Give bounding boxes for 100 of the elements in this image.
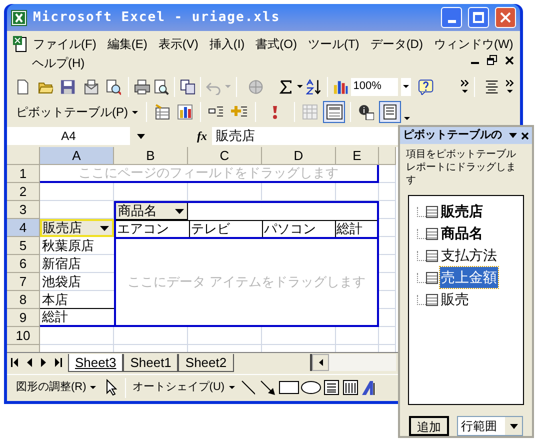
align-center-icon[interactable] <box>484 78 500 94</box>
add-button[interactable]: 追加 <box>409 416 449 436</box>
email-icon[interactable] <box>82 78 99 94</box>
help-icon[interactable] <box>418 78 434 94</box>
overflow-icon[interactable] <box>506 80 514 93</box>
next-sheet-icon[interactable] <box>41 358 46 367</box>
vertical-text-box-icon[interactable] <box>342 379 359 396</box>
field-item[interactable]: 販売店 <box>440 201 484 222</box>
document-icon[interactable] <box>13 36 27 52</box>
minimize-button[interactable] <box>441 7 462 28</box>
restore-icon[interactable] <box>487 55 497 65</box>
horizontal-scrollbar[interactable] <box>310 354 396 371</box>
previous-sheet-icon[interactable] <box>27 358 32 367</box>
sheet-tab[interactable]: Sheet3 <box>68 354 124 372</box>
row-header[interactable]: 4 <box>7 219 40 237</box>
chart-icon[interactable] <box>177 104 193 120</box>
oval-icon[interactable] <box>300 379 321 396</box>
line-icon[interactable] <box>240 380 255 396</box>
row-item-cell: 本店 <box>40 291 114 309</box>
row-header[interactable]: 7 <box>7 273 40 291</box>
bar-chart-icon[interactable] <box>332 78 348 94</box>
zoom-field[interactable]: 100% <box>351 78 398 96</box>
field-item[interactable]: 商品名 <box>440 223 484 244</box>
row-header[interactable]: 8 <box>7 291 40 309</box>
column-header[interactable]: A <box>40 147 114 165</box>
zoom-dropdown-button[interactable] <box>401 78 412 96</box>
field-list-button[interactable] <box>379 101 401 123</box>
drop-hint: ここにページのフィールドをドラッグします <box>78 164 338 182</box>
caret-icon <box>90 386 96 389</box>
grid-cell[interactable] <box>379 183 396 201</box>
column-field-button[interactable]: 商品名 <box>116 203 188 220</box>
function-button[interactable]: fx <box>197 127 207 145</box>
dropdown-icon <box>100 226 109 230</box>
save-icon[interactable] <box>60 78 76 94</box>
column-header[interactable]: C <box>188 147 262 165</box>
menu-item[interactable]: ウィンドウ(W) <box>428 34 518 52</box>
autoshapes-menu[interactable]: オートシェイプ(U) <box>130 379 237 396</box>
dropdown-icon[interactable] <box>509 133 517 138</box>
close-icon <box>500 12 511 23</box>
scroll-left-icon[interactable] <box>318 359 322 366</box>
row-header[interactable]: 1 <box>7 165 40 183</box>
row-field-button[interactable]: 販売店 <box>40 219 114 237</box>
menu-item[interactable]: 書式(O) <box>250 34 302 52</box>
menu-item[interactable]: 編集(E) <box>102 34 152 52</box>
rectangle-icon[interactable] <box>278 379 299 396</box>
row-header[interactable]: 10 <box>7 327 40 345</box>
wordart-icon[interactable] <box>360 380 377 396</box>
select-pointer-icon[interactable] <box>105 379 118 396</box>
always-display-items-button[interactable] <box>323 101 345 123</box>
dropdown-icon <box>175 208 184 214</box>
pivot-table-menu[interactable]: ピボットテーブル(P) <box>13 103 141 121</box>
dropdown-icon[interactable] <box>137 134 145 138</box>
caret-icon <box>403 85 410 88</box>
maximize-button[interactable] <box>468 7 489 28</box>
text-box-icon[interactable] <box>322 379 340 396</box>
area-dropdown[interactable]: 行範囲 <box>457 416 523 436</box>
menu-item[interactable]: 表示(V) <box>153 34 204 52</box>
maximize-icon <box>473 12 484 23</box>
sheet-tab[interactable]: Sheet2 <box>178 354 234 372</box>
field-settings-icon[interactable] <box>358 104 374 120</box>
new-document-icon[interactable] <box>15 78 31 94</box>
first-sheet-icon[interactable] <box>11 358 18 367</box>
draw-menu[interactable]: 図形の調整(R) <box>13 379 100 396</box>
window-title: Microsoft Excel - uriage.xls <box>33 8 282 27</box>
overflow-icon[interactable] <box>460 80 469 93</box>
field-item[interactable]: 支払方法 <box>440 245 498 266</box>
sort-icon[interactable] <box>306 78 322 94</box>
caret-icon[interactable] <box>297 85 303 88</box>
column-item-cell-text: エアコン <box>116 221 170 237</box>
caret-icon[interactable] <box>404 117 410 120</box>
close-button[interactable] <box>495 7 516 28</box>
arrow-icon[interactable] <box>260 380 276 396</box>
row-item-cell: 総計 <box>40 309 114 327</box>
print-icon[interactable] <box>134 78 150 94</box>
print-preview-icon[interactable] <box>152 78 169 94</box>
menu-item[interactable]: ツール(T) <box>302 34 364 52</box>
close-icon[interactable] <box>505 56 514 64</box>
sum-icon[interactable] <box>278 78 294 94</box>
copy-icon[interactable] <box>180 78 196 94</box>
column-header[interactable]: D <box>262 147 336 165</box>
row-header[interactable]: 3 <box>7 201 40 219</box>
format-report-icon[interactable] <box>154 104 170 120</box>
field-item[interactable]: 売上金額 <box>440 267 498 288</box>
grid-cell[interactable] <box>379 327 396 345</box>
row-header[interactable]: 6 <box>7 255 40 273</box>
column-header[interactable]: B <box>114 147 188 165</box>
row-header[interactable]: 2 <box>7 183 40 201</box>
close-icon[interactable] <box>521 132 529 140</box>
magnifier-icon[interactable] <box>106 78 122 94</box>
last-sheet-icon[interactable] <box>55 358 62 367</box>
menu-item[interactable]: ヘルプ(H) <box>27 54 90 72</box>
column-header[interactable]: E <box>336 147 379 165</box>
menu-item[interactable]: データ(D) <box>365 34 428 52</box>
row-header[interactable]: 9 <box>7 309 40 327</box>
name-box[interactable]: A4 <box>7 127 130 145</box>
field-item[interactable]: 販売 <box>440 289 470 310</box>
menu-item[interactable]: 挿入(I) <box>204 34 250 52</box>
menu-item[interactable]: ファイル(F) <box>28 34 102 52</box>
sheet-tab[interactable]: Sheet1 <box>123 354 178 372</box>
row-header[interactable]: 5 <box>7 237 40 255</box>
